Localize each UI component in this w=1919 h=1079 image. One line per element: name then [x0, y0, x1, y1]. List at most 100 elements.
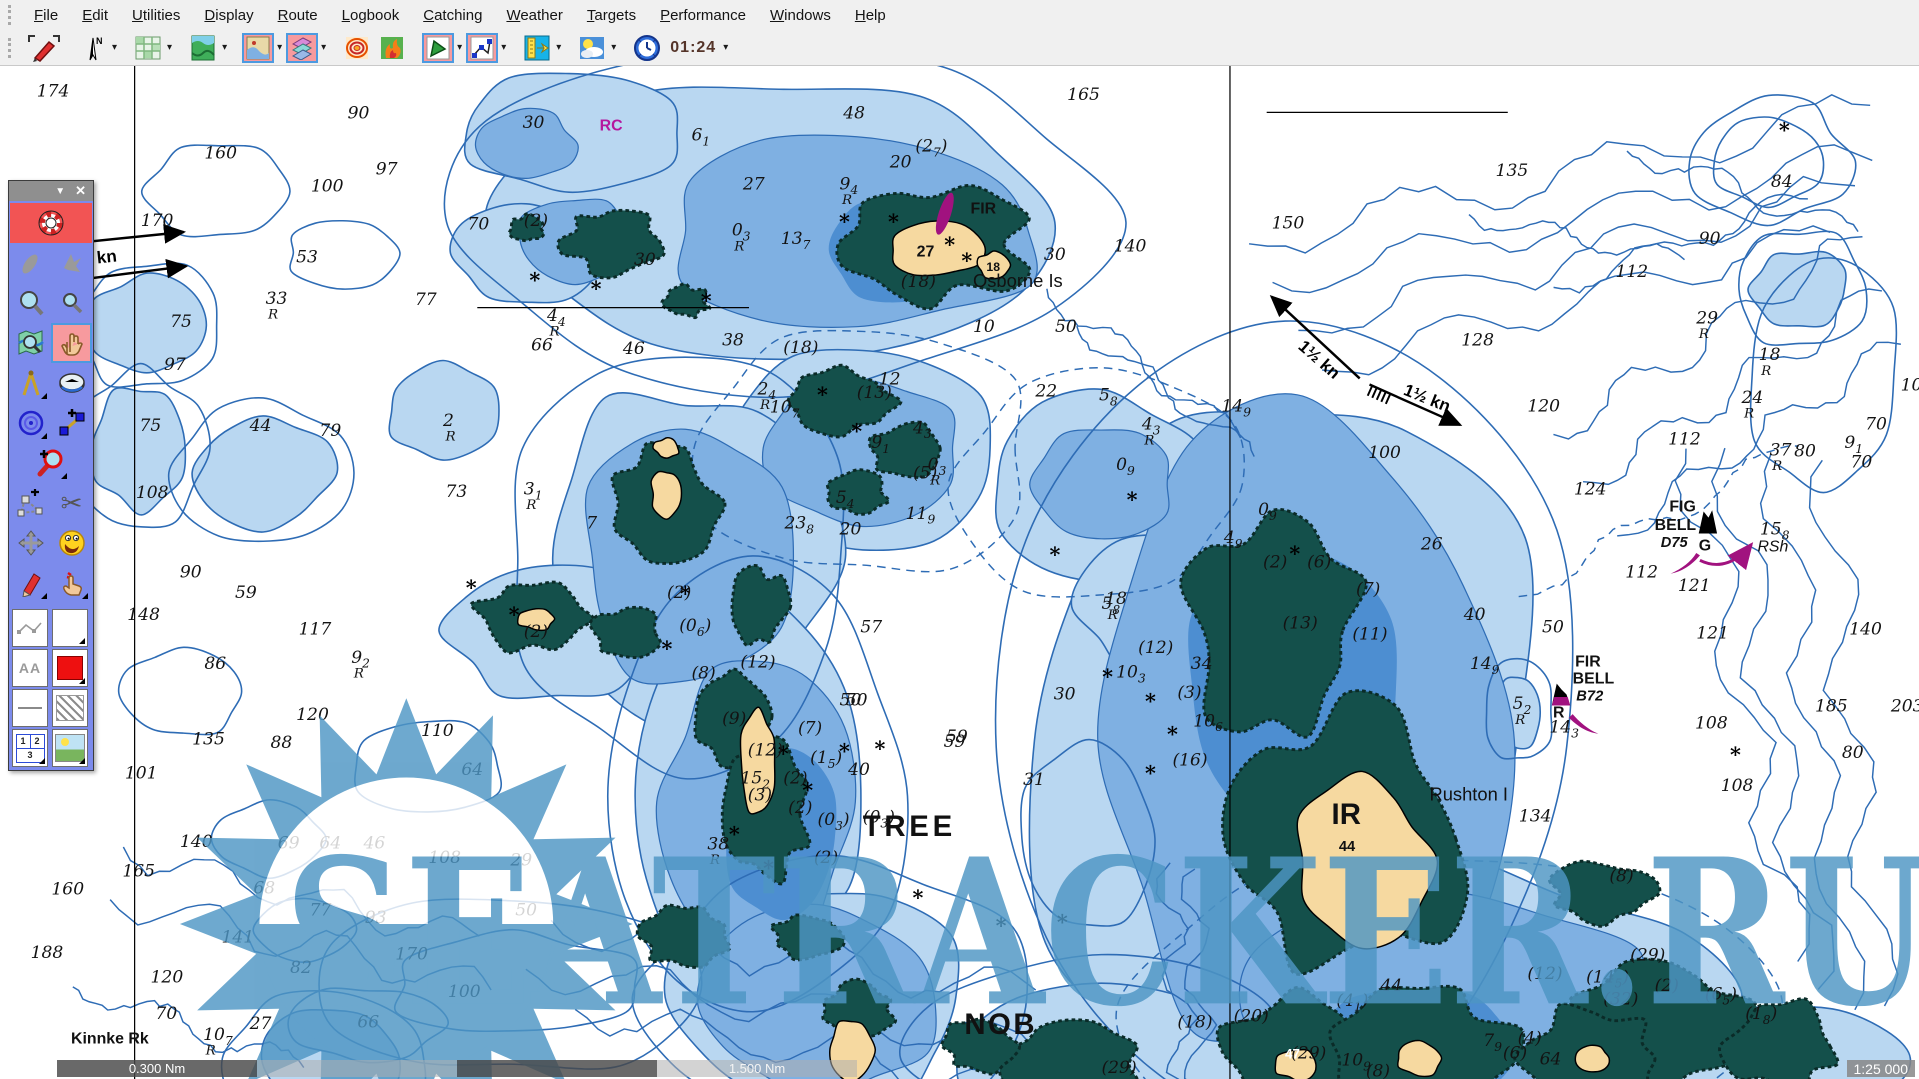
- chart-palette-button[interactable]: [242, 33, 274, 63]
- range-rings-icon: [17, 409, 45, 437]
- move-object-button[interactable]: [10, 523, 51, 563]
- range-rings-button[interactable]: [10, 403, 51, 443]
- clock-button[interactable]: [631, 33, 663, 63]
- chart-base-icon: [191, 35, 215, 61]
- svg-text:(7): (7): [798, 719, 822, 739]
- text-style-box[interactable]: AA: [12, 649, 48, 687]
- north-orientation-button[interactable]: N: [77, 33, 109, 63]
- menu-help[interactable]: Help: [843, 2, 898, 29]
- weather-dropdown-caret[interactable]: ▾: [611, 42, 616, 53]
- route-display-button[interactable]: [466, 33, 498, 63]
- svg-text:124: 124: [1574, 479, 1607, 499]
- pan-hand-button[interactable]: [51, 323, 92, 363]
- hatch-pattern-box[interactable]: [52, 689, 88, 727]
- zoom-in-icon: [17, 289, 45, 317]
- symbol-smiley-button[interactable]: [51, 523, 92, 563]
- svg-text:53: 53: [296, 248, 318, 268]
- menu-logbook[interactable]: Logbook: [330, 2, 412, 29]
- svg-text:90: 90: [348, 104, 370, 124]
- fill-color-box[interactable]: [52, 649, 88, 687]
- svg-text:100: 100: [311, 177, 344, 197]
- line-weight-box[interactable]: [12, 689, 48, 727]
- rescue-lifering-button[interactable]: [10, 203, 92, 243]
- toolbar-grip-handle[interactable]: [8, 38, 16, 58]
- chart-base-button[interactable]: [187, 33, 219, 63]
- weather-display-button[interactable]: [576, 33, 608, 63]
- edit-select-button[interactable]: [25, 33, 63, 63]
- chart-layers-dropdown-caret[interactable]: ▾: [321, 42, 326, 53]
- menu-utilities[interactable]: Utilities: [120, 2, 192, 29]
- menu-file[interactable]: File: [22, 2, 70, 29]
- svg-text:D75: D75: [1661, 535, 1689, 551]
- svg-text:30: 30: [634, 250, 656, 270]
- menu-route[interactable]: Route: [266, 2, 330, 29]
- ruler-dropdown-caret[interactable]: ▾: [556, 42, 561, 53]
- scale-label-left: 0.300 Nm: [129, 1061, 185, 1076]
- grid-dropdown-caret[interactable]: ▾: [167, 42, 172, 53]
- svg-text:(7): (7): [1356, 579, 1380, 599]
- tap-select-button[interactable]: [51, 563, 92, 603]
- svg-text:N: N: [96, 36, 103, 46]
- zoom-in-button[interactable]: [10, 283, 51, 323]
- svg-text:(2): (2): [524, 622, 548, 642]
- menu-targets[interactable]: Targets: [575, 2, 648, 29]
- vessel-display-button[interactable]: [422, 33, 454, 63]
- zoom-out-button[interactable]: [51, 283, 92, 323]
- draw-pencil-button[interactable]: [10, 563, 51, 603]
- page-numbers-box[interactable]: 12 3: [12, 729, 48, 767]
- grid-button[interactable]: [132, 33, 164, 63]
- svg-text:22: 22: [1034, 382, 1057, 402]
- navigation-app-window: File Edit Utilities Display Route Logboo…: [0, 0, 1919, 1079]
- menubar-grip-handle[interactable]: [8, 5, 16, 25]
- svg-text:80: 80: [1842, 743, 1864, 763]
- line-style-box[interactable]: [12, 609, 48, 647]
- add-area-button[interactable]: [10, 483, 51, 523]
- route-dropdown-caret[interactable]: ▾: [501, 42, 506, 53]
- track-tool-button[interactable]: [10, 243, 51, 283]
- menu-edit[interactable]: Edit: [70, 2, 120, 29]
- dividers-button[interactable]: [10, 363, 51, 403]
- menu-windows[interactable]: Windows: [758, 2, 843, 29]
- texture-picture-sample: [55, 734, 85, 762]
- menu-weather[interactable]: Weather: [494, 2, 574, 29]
- chart-layers-button[interactable]: [286, 33, 318, 63]
- svg-text:*: *: [817, 382, 828, 407]
- svg-text:26: 26: [1420, 534, 1443, 554]
- smiley-icon: [58, 529, 86, 557]
- dividers-icon: [18, 369, 44, 397]
- palette-title-bar[interactable]: ▼ ✕: [9, 181, 93, 201]
- add-route-point-button[interactable]: [51, 403, 92, 443]
- chart-palette-dropdown-caret[interactable]: ▾: [277, 42, 282, 53]
- measure-ruler-button[interactable]: [521, 33, 553, 63]
- chart-base-dropdown-caret[interactable]: ▾: [222, 42, 227, 53]
- palette-close-icon[interactable]: ✕: [75, 183, 86, 199]
- svg-text:160: 160: [204, 144, 237, 164]
- menu-display[interactable]: Display: [192, 2, 265, 29]
- vessel-dropdown-caret[interactable]: ▾: [457, 42, 462, 53]
- style-blank-box[interactable]: [52, 609, 88, 647]
- svg-text:48: 48: [842, 104, 865, 124]
- clock-dropdown-caret[interactable]: ▾: [723, 42, 728, 53]
- bearing-compass-button[interactable]: [51, 363, 92, 403]
- menu-performance[interactable]: Performance: [648, 2, 758, 29]
- thermal-display-button[interactable]: [376, 33, 408, 63]
- svg-text:70: 70: [155, 1004, 177, 1024]
- watermark-text: SEATRACKER.RU: [284, 815, 1919, 1052]
- chart-overview-button[interactable]: [10, 323, 51, 363]
- svg-text:*: *: [839, 208, 850, 233]
- texture-picture-box[interactable]: [52, 729, 88, 767]
- north-dropdown-caret[interactable]: ▾: [112, 42, 117, 53]
- contour-display-button[interactable]: [341, 33, 373, 63]
- text-style-label: AA: [19, 660, 41, 676]
- zoom-window-button[interactable]: [30, 443, 71, 483]
- svg-text:*: *: [466, 574, 477, 599]
- mark-tool-icon: [59, 250, 85, 276]
- menu-catching[interactable]: Catching: [411, 2, 494, 29]
- mark-tool-button[interactable]: [51, 243, 92, 283]
- nautical-chart[interactable]: ******************************* 17490304…: [0, 66, 1919, 1079]
- vessel-icon: [426, 36, 450, 60]
- cut-tool-button[interactable]: ✂: [51, 483, 92, 523]
- svg-text:20: 20: [889, 152, 912, 172]
- weather-sun-cloud-icon: [579, 36, 605, 60]
- palette-menu-caret[interactable]: ▼: [55, 186, 65, 197]
